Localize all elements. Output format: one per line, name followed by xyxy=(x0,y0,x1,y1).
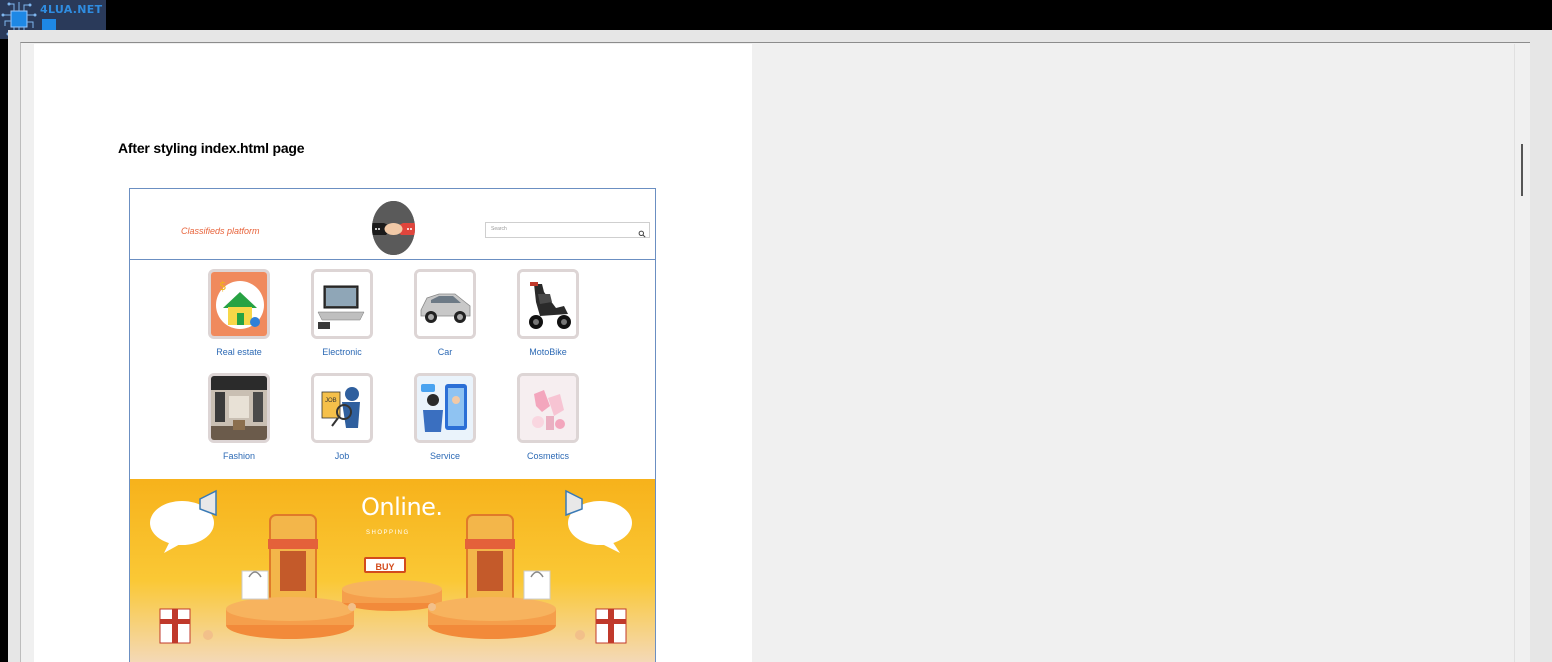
page-heading: After styling index.html page xyxy=(118,140,305,156)
car-icon xyxy=(414,269,476,339)
category-label: Real estate xyxy=(216,347,262,357)
category-real-estate[interactable]: $ Real estate xyxy=(199,269,279,357)
category-service[interactable]: Service xyxy=(405,373,485,461)
category-job[interactable]: JOB Job xyxy=(302,373,382,461)
category-car[interactable]: Car xyxy=(405,269,485,357)
search-icon[interactable] xyxy=(638,225,646,238)
scrollbar-thumb[interactable] xyxy=(1521,144,1523,196)
category-label: Job xyxy=(334,451,350,461)
vertical-scrollbar[interactable] xyxy=(1514,44,1530,662)
category-fashion[interactable]: Fashion xyxy=(199,373,279,461)
handshake-logo-icon xyxy=(372,201,415,255)
category-label: Service xyxy=(429,451,460,461)
preview-screenshot: Classifieds platform Search $ Real estat… xyxy=(129,188,656,662)
category-label: Electronic xyxy=(322,347,362,357)
right-pane xyxy=(752,44,1514,662)
category-label: Cosmetics xyxy=(526,451,569,461)
svg-text:$: $ xyxy=(219,279,227,293)
scooter-icon xyxy=(517,269,579,339)
category-electronic[interactable]: Electronic xyxy=(302,269,382,357)
preview-brand: Classifieds platform xyxy=(181,226,260,236)
document-page: After styling index.html page Classified… xyxy=(34,44,752,662)
banner-title: Online. xyxy=(361,493,443,521)
cosmetics-icon xyxy=(517,373,579,443)
category-label: Fashion xyxy=(222,451,256,461)
category-label: Car xyxy=(437,347,453,357)
svg-text:JOB: JOB xyxy=(325,398,337,404)
category-label: MotoBike xyxy=(529,347,567,357)
promo-banner[interactable]: Online. SHOPPING BUY xyxy=(130,479,655,662)
preview-header: Classifieds platform Search xyxy=(130,189,655,260)
house-icon: $ xyxy=(208,269,270,339)
preview-search-input[interactable]: Search xyxy=(485,222,650,238)
category-motobike[interactable]: MotoBike xyxy=(508,269,588,357)
category-cosmetics[interactable]: Cosmetics xyxy=(508,373,588,461)
store-icon xyxy=(208,373,270,443)
laptop-icon xyxy=(311,269,373,339)
search-placeholder: Search xyxy=(491,226,507,232)
job-icon: JOB xyxy=(311,373,373,443)
phone-service-icon xyxy=(414,373,476,443)
site-name: 4LUA.NET xyxy=(40,3,103,16)
banner-subtitle: SHOPPING xyxy=(366,530,410,536)
buy-button[interactable]: BUY xyxy=(364,557,406,573)
